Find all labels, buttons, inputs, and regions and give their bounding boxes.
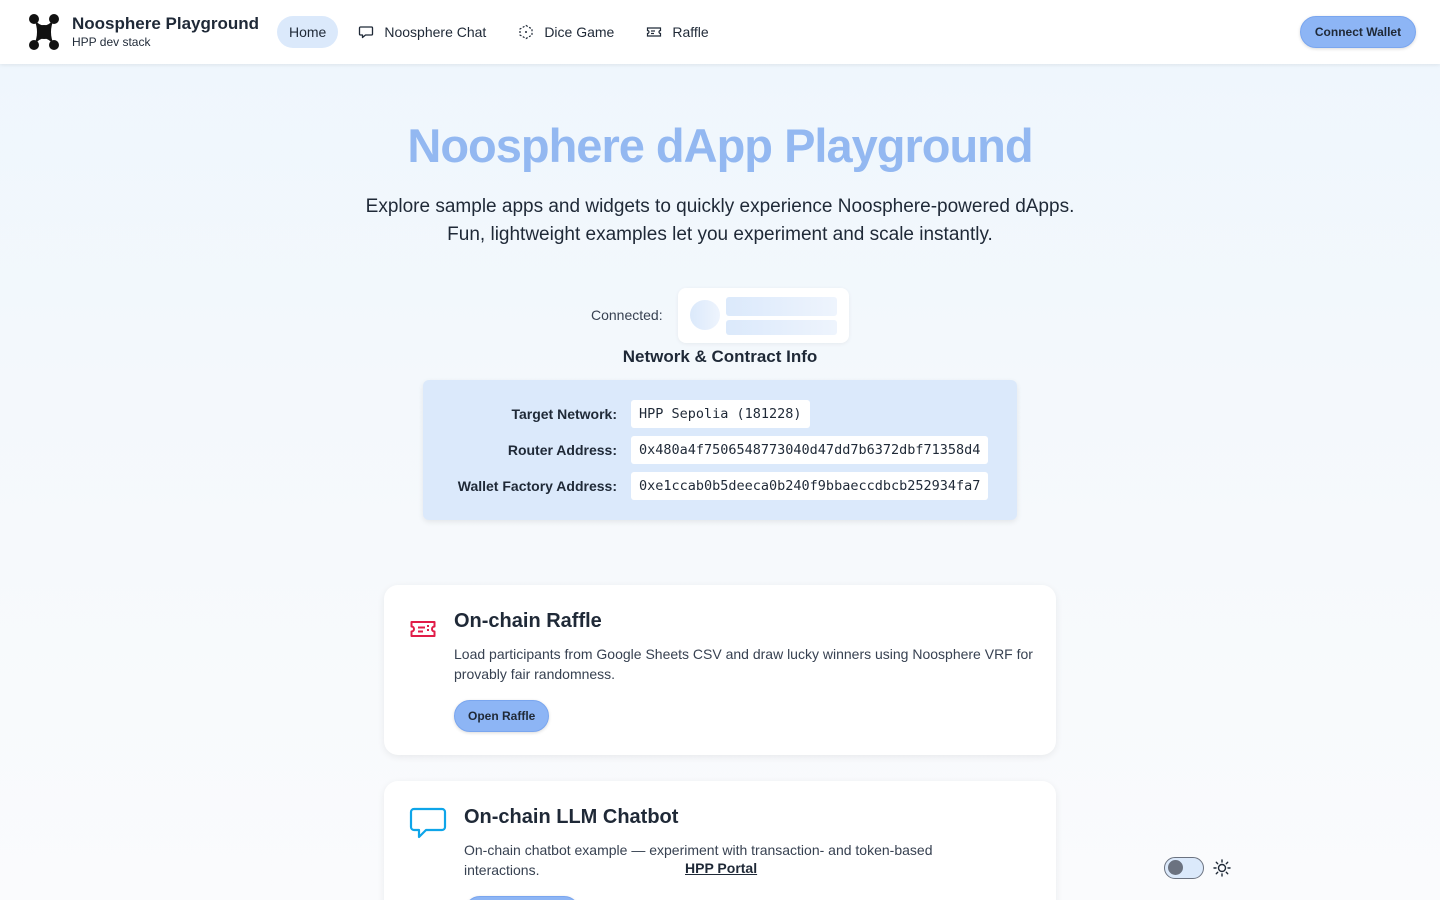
connected-label: Connected: [591, 307, 663, 323]
nav-raffle[interactable]: Raffle [634, 16, 720, 48]
main-nav: Home Noosphere Chat Dice Game Raffle [277, 16, 729, 48]
network-info-row: Router Address: 0x480a4f7506548773040d47… [423, 436, 1017, 464]
skeleton-line [726, 320, 837, 335]
nav-dice-game-label: Dice Game [544, 24, 615, 40]
skeleton-avatar [690, 300, 720, 330]
sun-icon [1213, 859, 1231, 877]
top-navbar: Noosphere Playground HPP dev stack Home … [0, 0, 1440, 64]
wallet-loading-skeleton [678, 288, 849, 343]
router-address-label: Router Address: [507, 442, 617, 458]
wallet-factory-address-label: Wallet Factory Address: [457, 478, 617, 494]
target-network-label: Target Network: [511, 406, 617, 422]
raffle-card-title: On-chain Raffle [454, 610, 602, 632]
nav-home-label: Home [289, 24, 327, 40]
router-address-value[interactable]: 0x480a4f7506548773040d47dd7b6372dbf71358… [631, 436, 989, 464]
chat-bubble-icon [409, 807, 447, 839]
nav-noosphere-chat[interactable]: Noosphere Chat [346, 16, 498, 48]
hero-description: Explore sample apps and widgets to quick… [0, 193, 1440, 249]
nav-dice-game[interactable]: Dice Game [506, 16, 626, 48]
nav-raffle-label: Raffle [672, 24, 709, 40]
raffle-card-description: Load participants from Google Sheets CSV… [454, 646, 1033, 682]
skeleton-line [726, 297, 837, 316]
brand-title: Noosphere Playground [72, 14, 260, 33]
hpp-portal-link[interactable]: HPP Portal [685, 860, 757, 876]
ticket-icon [647, 27, 662, 37]
chatbot-card: On-chain LLM Chatbot On-chain chatbot ex… [384, 781, 1056, 900]
connect-wallet-button[interactable]: Connect Wallet [1300, 16, 1416, 48]
theme-toggle[interactable] [1164, 857, 1204, 879]
brand-subtitle: HPP dev stack [72, 35, 151, 49]
ticket-icon [410, 621, 436, 637]
raffle-card: On-chain Raffle Load participants from G… [384, 585, 1056, 755]
wallet-factory-address-value[interactable]: 0xe1ccab0b5deeca0b240f9bbaeccdbcb252934f… [631, 472, 989, 500]
nav-noosphere-chat-label: Noosphere Chat [384, 24, 487, 40]
noosphere-logo-icon [29, 14, 59, 50]
nav-home[interactable]: Home [277, 16, 339, 48]
network-info-row: Target Network: HPP Sepolia (181228) [423, 400, 1017, 428]
hero-description-line-2: Fun, lightweight examples let you experi… [447, 224, 993, 245]
chat-bubble-icon [359, 26, 374, 39]
hero-description-line-1: Explore sample apps and widgets to quick… [365, 196, 1075, 217]
dice-icon [519, 24, 533, 40]
open-raffle-button[interactable]: Open Raffle [454, 700, 550, 732]
network-info-row: Wallet Factory Address: 0xe1ccab0b5deeca… [423, 472, 1017, 500]
network-info-heading: Network & Contract Info [622, 347, 818, 366]
chatbot-card-title: On-chain LLM Chatbot [464, 806, 679, 828]
target-network-value[interactable]: HPP Sepolia (181228) [631, 400, 810, 428]
page-title: Noosphere dApp Playground [407, 119, 1033, 172]
network-info-panel: Target Network: HPP Sepolia (181228) Rou… [423, 380, 1017, 520]
theme-toggle-knob [1168, 860, 1183, 875]
brand[interactable]: Noosphere Playground HPP dev stack [28, 12, 259, 52]
open-chatbot-button[interactable] [464, 896, 580, 900]
